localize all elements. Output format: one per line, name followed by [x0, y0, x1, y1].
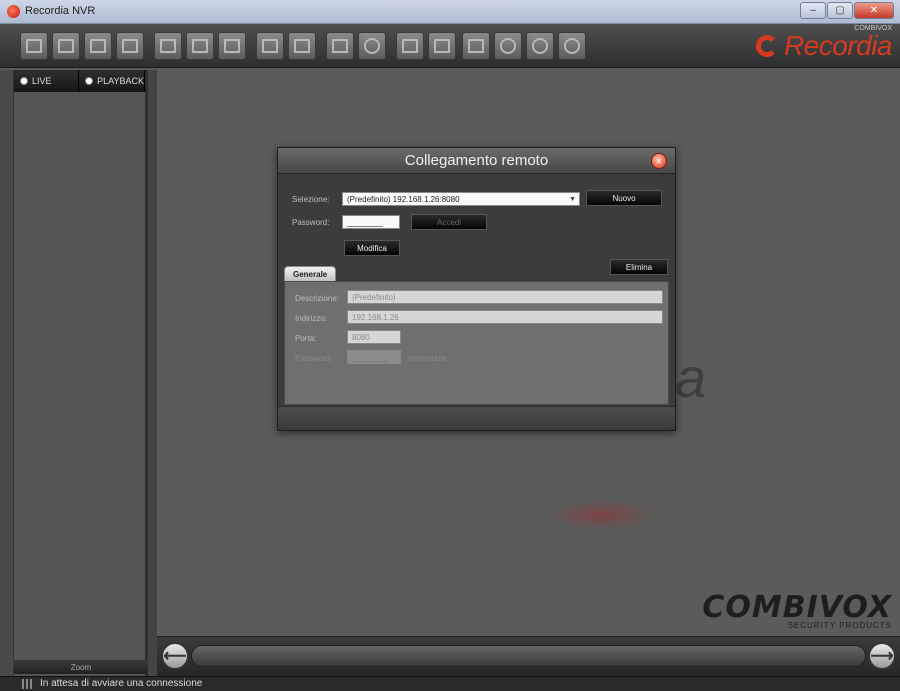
password2-input[interactable]: ________ — [347, 350, 401, 364]
tab-playback[interactable]: PLAYBACK — [79, 70, 145, 92]
layout-10-icon[interactable] — [256, 32, 284, 60]
port-value: 8080 — [352, 333, 370, 342]
close-button[interactable]: ✕ — [854, 2, 894, 19]
brand-text: Recordia — [783, 30, 893, 61]
panel-splitter[interactable] — [148, 70, 157, 676]
description-value: (Predefinito) — [352, 293, 396, 302]
dialog-title-bar: Collegamento remoto ✕ — [278, 148, 675, 174]
dialog-footer — [278, 406, 675, 430]
layout-6-icon[interactable] — [186, 32, 214, 60]
layout-3x3-icon[interactable] — [116, 32, 144, 60]
password2-label: Password: — [295, 354, 333, 363]
tools-icon[interactable] — [462, 32, 490, 60]
watermark-text: a — [675, 346, 707, 409]
arrow-left-icon[interactable]: ⟵ — [161, 642, 189, 670]
layout-2x2-icon[interactable] — [84, 32, 112, 60]
brand-logo: Recordia COMBIVOX — [755, 25, 893, 66]
app-window: Recordia NVR – ▢ ✕ Recordia COMBIVOX LIV… — [0, 0, 900, 691]
dialog-close-icon[interactable]: ✕ — [651, 153, 667, 169]
layout-1x1-icon[interactable] — [20, 32, 48, 60]
window-controls: – ▢ ✕ — [800, 2, 894, 19]
camera-icon[interactable] — [326, 32, 354, 60]
radio-icon — [20, 77, 28, 85]
new-button[interactable]: Nuovo — [586, 190, 662, 206]
zoom-label: Zoom — [70, 662, 92, 672]
minimize-button[interactable]: – — [800, 2, 826, 19]
dialog-title: Collegamento remoto — [404, 152, 549, 169]
main-toolbar: Recordia COMBIVOX — [0, 24, 900, 68]
status-bar: In attesa di avviare una connessione — [0, 676, 900, 691]
description-input[interactable]: (Predefinito) — [347, 290, 663, 304]
password-input[interactable]: ________ — [342, 215, 400, 229]
description-label: Descrizione: — [295, 294, 340, 303]
camera-panel: LIVE PLAYBACK — [14, 70, 148, 676]
radio-icon — [85, 77, 94, 85]
zoom-slider[interactable]: Zoom — [14, 660, 148, 674]
logo-glow — [547, 500, 657, 530]
brand-small: COMBIVOX — [854, 25, 892, 32]
ptz-icon[interactable] — [358, 32, 386, 60]
status-message: In attesa di avviare una connessione — [40, 678, 203, 689]
settings-icon[interactable] — [494, 32, 522, 60]
window-title: Recordia NVR — [25, 5, 96, 17]
refresh-icon[interactable] — [526, 32, 554, 60]
combivox-logo-text: COMBIVOX — [702, 590, 892, 625]
tab-playback-label: PLAYBACK — [97, 76, 144, 86]
selection-value: (Predefinito) 192.168.1.26:8080 — [347, 195, 460, 204]
layout-4x4-icon[interactable] — [154, 32, 182, 60]
timeline-track[interactable] — [191, 645, 866, 667]
address-label: Indirizzo: — [295, 314, 328, 323]
combivox-logo: COMBIVOX SECURITY PRODUCTS — [702, 590, 892, 630]
selection-label: Selezione: — [292, 195, 330, 204]
port-label: Porta: — [295, 334, 317, 343]
left-gutter — [0, 70, 14, 676]
tab-live[interactable]: LIVE — [14, 70, 80, 92]
app-logo-icon — [7, 5, 20, 18]
power-icon[interactable] — [558, 32, 586, 60]
password2-value: ________ — [352, 353, 388, 362]
arrow-right-icon[interactable]: ⟶ — [868, 642, 896, 670]
login-button[interactable]: Accedi — [411, 214, 487, 230]
selection-dropdown[interactable]: (Predefinito) 192.168.1.26:8080 ▼ — [342, 192, 580, 206]
record-icon[interactable] — [396, 32, 424, 60]
title-bar: Recordia NVR – ▢ ✕ — [0, 0, 900, 24]
address-input[interactable]: 192.168.1.26 — [347, 310, 663, 324]
modify-button[interactable]: Modifica — [344, 240, 400, 256]
snapshot-icon[interactable] — [428, 32, 456, 60]
password-value: ________ — [347, 218, 383, 227]
navigation-bar: ⟵ ⟶ — [157, 636, 900, 676]
tab-live-label: LIVE — [32, 76, 52, 86]
general-tab-panel: Descrizione: (Predefinito) Indirizzo: 19… — [284, 281, 669, 405]
dialog-tabs: Generale — [284, 266, 669, 282]
layout-8-icon[interactable] — [218, 32, 246, 60]
maximize-button[interactable]: ▢ — [827, 2, 853, 19]
password-label: Password: — [292, 218, 330, 227]
recordia-logo-icon — [755, 35, 778, 57]
port-input[interactable]: 8080 — [347, 330, 401, 344]
layout-13-icon[interactable] — [288, 32, 316, 60]
address-value: 192.168.1.26 — [352, 313, 399, 322]
remote-connection-dialog: Collegamento remoto ✕ Selezione: (Predef… — [277, 147, 676, 431]
layout-1x1b-icon[interactable] — [52, 32, 80, 60]
status-grip-icon — [22, 679, 34, 689]
mode-tabs: LIVE PLAYBACK — [14, 70, 145, 92]
chevron-down-icon: ▼ — [569, 196, 576, 203]
tab-general[interactable]: Generale — [284, 266, 337, 282]
remember-label: memorizza — [407, 354, 447, 363]
